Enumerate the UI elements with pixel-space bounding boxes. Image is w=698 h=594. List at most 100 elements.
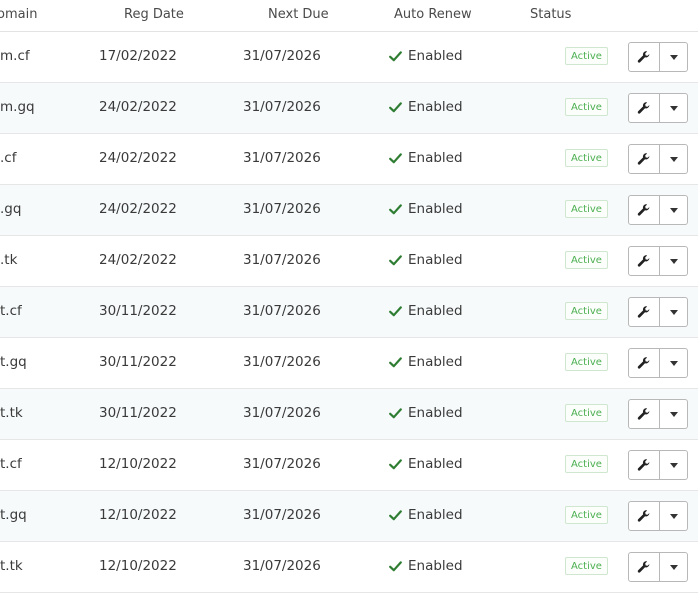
- domain-name[interactable]: .cf: [0, 150, 16, 166]
- check-icon: [389, 509, 402, 520]
- caret-down-icon: [669, 513, 678, 519]
- caret-down-icon: [669, 309, 678, 315]
- caret-down-icon: [669, 462, 678, 468]
- actions-dropdown-button[interactable]: [660, 450, 688, 480]
- check-icon: [389, 101, 402, 112]
- status-badge: Active: [565, 557, 608, 575]
- auto-renew-label: Enabled: [408, 150, 463, 166]
- domain-name[interactable]: t.tk: [0, 558, 23, 574]
- auto-renew-status: Enabled: [389, 354, 463, 370]
- status-badge: Active: [565, 149, 608, 167]
- domain-name[interactable]: m.cf: [0, 48, 30, 64]
- actions-dropdown-button[interactable]: [660, 399, 688, 429]
- header-domain[interactable]: omain: [0, 7, 37, 22]
- wrench-icon: [637, 561, 650, 573]
- row-actions: [628, 93, 688, 123]
- status-badge: Active: [565, 353, 608, 371]
- auto-renew-status: Enabled: [389, 99, 463, 115]
- caret-down-icon: [669, 207, 678, 213]
- reg-date: 30/11/2022: [99, 303, 177, 319]
- actions-dropdown-button[interactable]: [660, 144, 688, 174]
- row-actions: [628, 195, 688, 225]
- auto-renew-label: Enabled: [408, 456, 463, 472]
- auto-renew-status: Enabled: [389, 303, 463, 319]
- wrench-icon: [637, 459, 650, 471]
- manage-button[interactable]: [628, 450, 660, 480]
- auto-renew-label: Enabled: [408, 303, 463, 319]
- row-actions: [628, 297, 688, 327]
- table-row[interactable]: t.gq 30/11/2022 31/07/2026 Enabled Active: [0, 338, 698, 389]
- status-badge: Active: [565, 98, 608, 116]
- wrench-icon: [637, 306, 650, 318]
- auto-renew-status: Enabled: [389, 201, 463, 217]
- wrench-icon: [637, 153, 650, 165]
- domain-name[interactable]: t.cf: [0, 456, 22, 472]
- table-row[interactable]: t.cf 30/11/2022 31/07/2026 Enabled Active: [0, 287, 698, 338]
- manage-button[interactable]: [628, 195, 660, 225]
- check-icon: [389, 152, 402, 163]
- manage-button[interactable]: [628, 552, 660, 582]
- check-icon: [389, 254, 402, 265]
- reg-date: 24/02/2022: [99, 99, 177, 115]
- auto-renew-label: Enabled: [408, 354, 463, 370]
- auto-renew-label: Enabled: [408, 48, 463, 64]
- table-row[interactable]: .gq 24/02/2022 31/07/2026 Enabled Active: [0, 185, 698, 236]
- actions-dropdown-button[interactable]: [660, 552, 688, 582]
- domain-name[interactable]: .tk: [0, 252, 17, 268]
- table-row[interactable]: .tk 24/02/2022 31/07/2026 Enabled Active: [0, 236, 698, 287]
- status-badge: Active: [565, 251, 608, 269]
- manage-button[interactable]: [628, 297, 660, 327]
- actions-dropdown-button[interactable]: [660, 348, 688, 378]
- actions-dropdown-button[interactable]: [660, 42, 688, 72]
- header-auto-renew[interactable]: Auto Renew: [394, 7, 472, 22]
- domain-name[interactable]: .gq: [0, 201, 21, 217]
- manage-button[interactable]: [628, 144, 660, 174]
- domain-name[interactable]: t.tk: [0, 405, 23, 421]
- auto-renew-status: Enabled: [389, 252, 463, 268]
- status-badge: Active: [565, 506, 608, 524]
- auto-renew-status: Enabled: [389, 456, 463, 472]
- actions-dropdown-button[interactable]: [660, 246, 688, 276]
- actions-dropdown-button[interactable]: [660, 195, 688, 225]
- row-actions: [628, 552, 688, 582]
- manage-button[interactable]: [628, 246, 660, 276]
- reg-date: 30/11/2022: [99, 354, 177, 370]
- actions-dropdown-button[interactable]: [660, 93, 688, 123]
- check-icon: [389, 407, 402, 418]
- domain-name[interactable]: t.cf: [0, 303, 22, 319]
- table-row[interactable]: t.cf 12/10/2022 31/07/2026 Enabled Active: [0, 440, 698, 491]
- manage-button[interactable]: [628, 93, 660, 123]
- table-row[interactable]: .cf 24/02/2022 31/07/2026 Enabled Active: [0, 134, 698, 185]
- actions-dropdown-button[interactable]: [660, 501, 688, 531]
- next-due-date: 31/07/2026: [243, 201, 321, 217]
- table-row[interactable]: t.tk 12/10/2022 31/07/2026 Enabled Active: [0, 542, 698, 593]
- domain-name[interactable]: m.gq: [0, 99, 35, 115]
- table-row[interactable]: t.tk 30/11/2022 31/07/2026 Enabled Active: [0, 389, 698, 440]
- header-status[interactable]: Status: [530, 7, 571, 22]
- auto-renew-status: Enabled: [389, 507, 463, 523]
- auto-renew-label: Enabled: [408, 558, 463, 574]
- caret-down-icon: [669, 360, 678, 366]
- reg-date: 24/02/2022: [99, 252, 177, 268]
- next-due-date: 31/07/2026: [243, 405, 321, 421]
- header-next-due[interactable]: Next Due: [268, 7, 329, 22]
- auto-renew-label: Enabled: [408, 99, 463, 115]
- row-actions: [628, 501, 688, 531]
- table-row[interactable]: m.cf 17/02/2022 31/07/2026 Enabled Active: [0, 32, 698, 83]
- domains-table: omain Reg Date Next Due Auto Renew Statu…: [0, 0, 698, 593]
- next-due-date: 31/07/2026: [243, 456, 321, 472]
- table-row[interactable]: m.gq 24/02/2022 31/07/2026 Enabled Active: [0, 83, 698, 134]
- row-actions: [628, 42, 688, 72]
- domain-name[interactable]: t.gq: [0, 507, 27, 523]
- domain-name[interactable]: t.gq: [0, 354, 27, 370]
- row-actions: [628, 450, 688, 480]
- manage-button[interactable]: [628, 348, 660, 378]
- manage-button[interactable]: [628, 501, 660, 531]
- manage-button[interactable]: [628, 399, 660, 429]
- manage-button[interactable]: [628, 42, 660, 72]
- table-row[interactable]: t.gq 12/10/2022 31/07/2026 Enabled Active: [0, 491, 698, 542]
- header-reg-date[interactable]: Reg Date: [124, 7, 184, 22]
- actions-dropdown-button[interactable]: [660, 297, 688, 327]
- next-due-date: 31/07/2026: [243, 252, 321, 268]
- reg-date: 12/10/2022: [99, 558, 177, 574]
